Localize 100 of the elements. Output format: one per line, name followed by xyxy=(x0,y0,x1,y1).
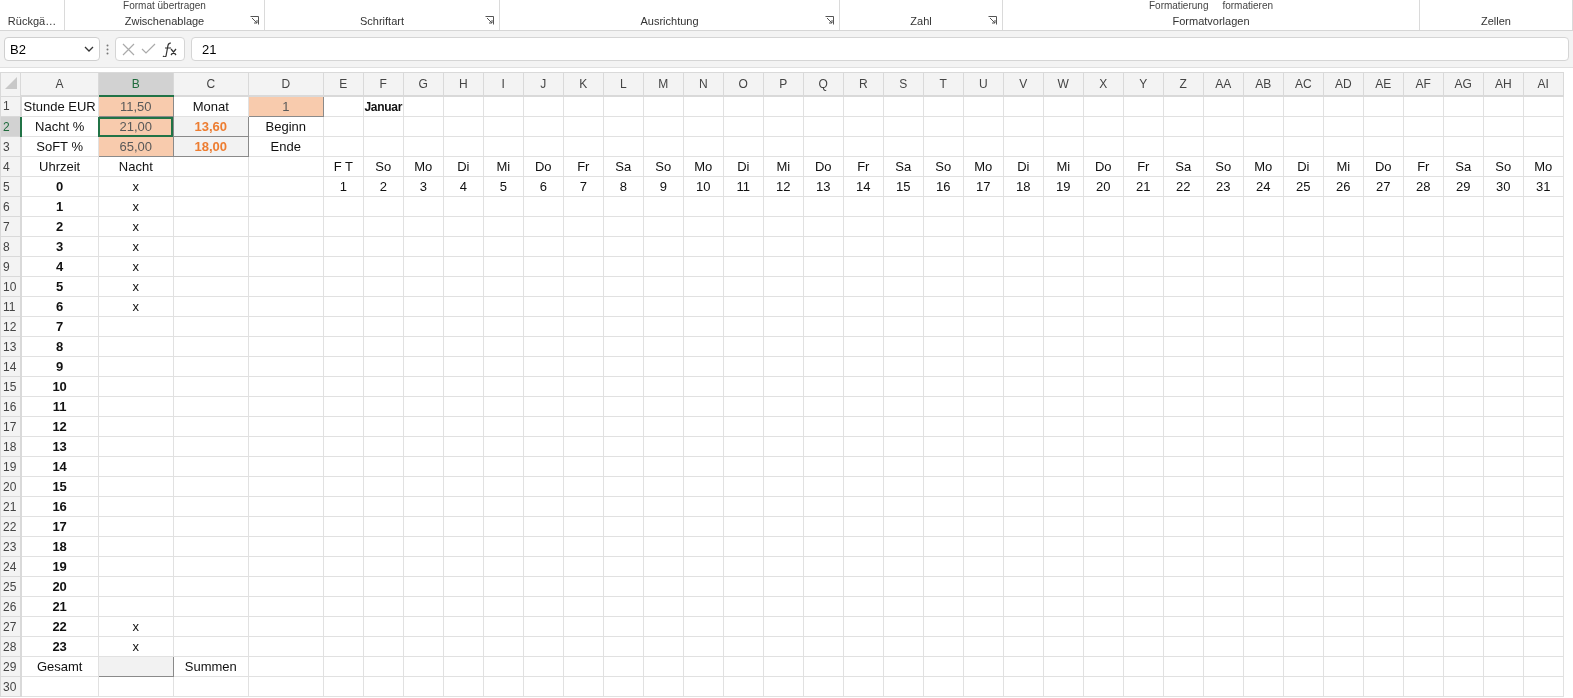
column-header[interactable]: H xyxy=(443,72,484,96)
dialog-launcher-icon[interactable] xyxy=(250,16,259,25)
row-header[interactable]: 25 xyxy=(0,576,21,597)
table-cell[interactable]: Fr xyxy=(1123,156,1164,177)
table-cell[interactable]: 31 xyxy=(1523,176,1564,197)
column-header[interactable]: L xyxy=(603,72,644,96)
table-cell[interactable]: F T xyxy=(323,156,364,177)
table-cell[interactable]: 16 xyxy=(20,496,99,517)
table-cell[interactable]: 24 xyxy=(1243,176,1284,197)
input-cell[interactable]: 21,00 xyxy=(98,116,174,137)
table-cell[interactable]: Mo xyxy=(963,156,1004,177)
table-cell[interactable]: 17 xyxy=(20,516,99,537)
table-cell[interactable]: 26 xyxy=(1323,176,1364,197)
table-cell[interactable]: 20 xyxy=(20,576,99,597)
table-cell[interactable]: Do xyxy=(803,156,844,177)
row-header[interactable]: 11 xyxy=(0,296,21,317)
function-icon[interactable] xyxy=(162,41,178,57)
row-header[interactable]: 6 xyxy=(0,196,21,217)
column-header[interactable]: C xyxy=(173,72,249,96)
column-header[interactable]: W xyxy=(1043,72,1084,96)
table-cell[interactable]: 17 xyxy=(963,176,1004,197)
table-cell[interactable]: 4 xyxy=(20,256,99,277)
table-cell[interactable]: 0 xyxy=(20,176,99,197)
row-header[interactable]: 7 xyxy=(0,216,21,237)
table-cell[interactable]: Monat xyxy=(173,96,249,117)
column-header[interactable]: Q xyxy=(803,72,844,96)
table-cell[interactable]: 13 xyxy=(803,176,844,197)
ribbon-command[interactable]: Format übertragen xyxy=(123,0,206,11)
table-cell[interactable]: 23 xyxy=(1203,176,1244,197)
table-cell[interactable]: 25 xyxy=(1283,176,1324,197)
column-header[interactable]: U xyxy=(963,72,1004,96)
row-header[interactable]: 22 xyxy=(0,516,21,537)
row-header[interactable]: 29 xyxy=(0,656,21,677)
table-cell[interactable]: x xyxy=(98,216,174,237)
table-cell[interactable]: Do xyxy=(523,156,564,177)
table-cell[interactable]: Sa xyxy=(883,156,924,177)
table-cell[interactable]: Mo xyxy=(1523,156,1564,177)
table-cell[interactable]: Mi xyxy=(1043,156,1084,177)
table-cell[interactable]: 7 xyxy=(20,316,99,337)
cancel-icon[interactable] xyxy=(122,42,135,56)
table-cell[interactable]: Mi xyxy=(1323,156,1364,177)
table-cell[interactable]: Beginn xyxy=(248,116,324,137)
table-cell[interactable]: 18 xyxy=(20,536,99,557)
table-cell[interactable]: 12 xyxy=(20,416,99,437)
column-header[interactable]: Y xyxy=(1123,72,1164,96)
table-cell[interactable]: 11 xyxy=(723,176,764,197)
column-header[interactable]: D xyxy=(248,72,324,96)
table-cell[interactable]: Mo xyxy=(683,156,724,177)
column-header[interactable]: I xyxy=(483,72,524,96)
row-header[interactable]: 18 xyxy=(0,436,21,457)
column-header[interactable]: X xyxy=(1083,72,1124,96)
table-cell[interactable]: 19 xyxy=(1043,176,1084,197)
table-cell[interactable]: 11 xyxy=(20,396,99,417)
table-cell[interactable]: 19 xyxy=(20,556,99,577)
table-cell[interactable]: So xyxy=(1203,156,1244,177)
table-cell[interactable]: Mo xyxy=(1243,156,1284,177)
column-header[interactable]: G xyxy=(403,72,444,96)
dialog-launcher-icon[interactable] xyxy=(825,16,834,25)
formula-input[interactable]: 21 xyxy=(191,37,1569,61)
row-header[interactable]: 24 xyxy=(0,556,21,577)
column-header[interactable]: AI xyxy=(1523,72,1564,96)
table-cell[interactable]: So xyxy=(363,156,404,177)
table-cell[interactable]: Di xyxy=(723,156,764,177)
dialog-launcher-icon[interactable] xyxy=(485,16,494,25)
table-cell[interactable]: 10 xyxy=(683,176,724,197)
empty-cell[interactable] xyxy=(173,176,249,197)
table-cell[interactable]: 6 xyxy=(20,296,99,317)
column-header[interactable]: O xyxy=(723,72,764,96)
table-cell[interactable]: 12 xyxy=(763,176,804,197)
column-header[interactable]: AB xyxy=(1243,72,1284,96)
table-cell[interactable]: x xyxy=(98,176,174,197)
table-cell[interactable]: Mi xyxy=(483,156,524,177)
column-header[interactable]: V xyxy=(1003,72,1044,96)
table-cell[interactable]: 29 xyxy=(1443,176,1484,197)
column-header[interactable]: F xyxy=(363,72,404,96)
table-cell[interactable]: 5 xyxy=(483,176,524,197)
column-header[interactable]: A xyxy=(20,72,99,96)
empty-cell[interactable] xyxy=(173,156,249,177)
ribbon-command[interactable]: Formatierung xyxy=(1148,0,1209,11)
column-header[interactable]: B xyxy=(98,72,174,96)
name-box[interactable]: B2 xyxy=(4,37,100,61)
table-cell[interactable]: x xyxy=(98,236,174,257)
table-cell[interactable]: 28 xyxy=(1403,176,1444,197)
table-cell[interactable]: 30 xyxy=(1483,176,1524,197)
table-cell[interactable]: Nacht xyxy=(98,156,174,177)
table-cell[interactable]: 2 xyxy=(363,176,404,197)
column-header[interactable]: K xyxy=(563,72,604,96)
row-header[interactable]: 13 xyxy=(0,336,21,357)
table-cell[interactable]: 1 xyxy=(323,176,364,197)
row-header[interactable]: 19 xyxy=(0,456,21,477)
row-header[interactable]: 26 xyxy=(0,596,21,617)
table-cell[interactable]: Mi xyxy=(763,156,804,177)
column-header[interactable]: R xyxy=(843,72,884,96)
row-header[interactable]: 17 xyxy=(0,416,21,437)
column-header[interactable]: AH xyxy=(1483,72,1524,96)
table-cell[interactable]: Di xyxy=(1283,156,1324,177)
table-cell[interactable]: 1 xyxy=(20,196,99,217)
table-cell[interactable]: x xyxy=(98,196,174,217)
row-header[interactable]: 8 xyxy=(0,236,21,257)
column-header[interactable]: AF xyxy=(1403,72,1444,96)
